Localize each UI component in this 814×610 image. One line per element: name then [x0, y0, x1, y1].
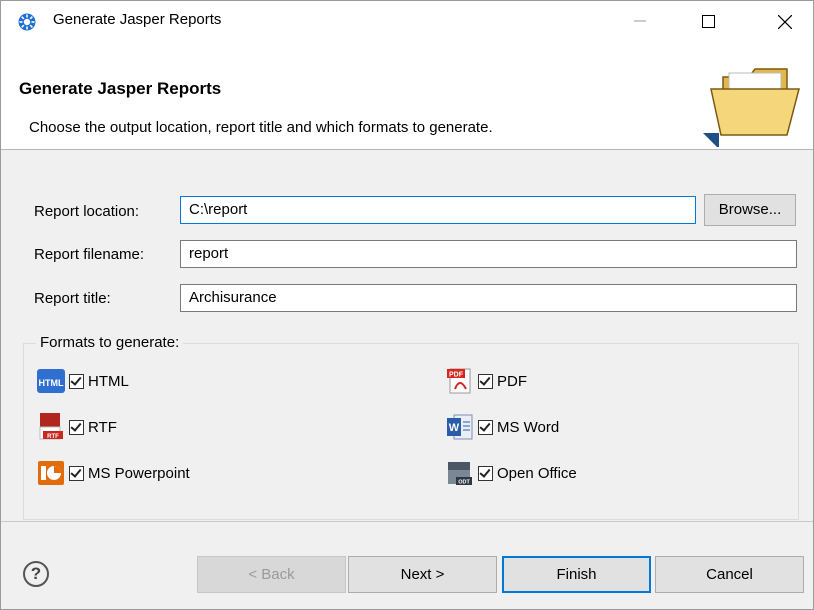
- format-rtf[interactable]: RTF RTF: [37, 412, 117, 442]
- pdf-label: PDF: [497, 372, 527, 390]
- window-title: Generate Jasper Reports: [53, 11, 222, 28]
- maximize-icon: [701, 14, 715, 28]
- format-ms-powerpoint[interactable]: MS Powerpoint: [37, 458, 190, 488]
- finish-button[interactable]: Finish: [502, 556, 651, 593]
- ms-powerpoint-checkbox[interactable]: [69, 465, 84, 481]
- rtf-checkbox[interactable]: [69, 419, 84, 435]
- format-html[interactable]: HTML HTML: [37, 366, 129, 396]
- open-office-icon: ODT: [448, 462, 472, 486]
- title-input[interactable]: Archisurance: [180, 284, 797, 312]
- format-pdf[interactable]: PDF PDF: [446, 366, 527, 396]
- format-ms-word[interactable]: W MS Word: [446, 412, 559, 442]
- ms-powerpoint-label: MS Powerpoint: [88, 464, 190, 482]
- filename-input[interactable]: report: [180, 240, 797, 268]
- open-office-checkbox[interactable]: [478, 465, 493, 481]
- minimize-button[interactable]: [617, 1, 663, 41]
- browse-button[interactable]: Browse...: [704, 194, 796, 226]
- gear-blue-icon: [18, 13, 36, 31]
- next-button[interactable]: Next >: [348, 556, 497, 593]
- svg-text:RTF: RTF: [47, 434, 59, 440]
- svg-text:ODT: ODT: [458, 480, 470, 486]
- formats-group: [23, 343, 799, 520]
- folder-icon: [703, 68, 800, 147]
- ms-word-checkbox[interactable]: [478, 419, 493, 435]
- footer-separator: [1, 521, 813, 522]
- ms-word-label: MS Word: [497, 418, 560, 436]
- pdf-icon: PDF: [447, 368, 471, 394]
- wizard-banner: Generate Jasper Reports Choose the outpu…: [1, 41, 813, 150]
- html-checkbox[interactable]: [69, 373, 84, 389]
- dialog-window: Generate Jasper Reports Generate Jasper …: [0, 0, 814, 610]
- pdf-checkbox[interactable]: [478, 373, 493, 389]
- format-open-office[interactable]: ODT Open Office: [446, 458, 577, 488]
- open-office-label: Open Office: [497, 464, 577, 482]
- ms-powerpoint-icon: [38, 461, 64, 485]
- filename-label: Report filename:: [34, 246, 145, 263]
- formats-legend: Formats to generate:: [36, 334, 184, 351]
- close-button[interactable]: [762, 1, 808, 41]
- help-icon: ?: [30, 564, 42, 583]
- minimize-icon: [634, 20, 646, 22]
- title-bar: Generate Jasper Reports: [1, 1, 813, 41]
- svg-text:PDF: PDF: [449, 372, 464, 379]
- location-label: Report location:: [34, 203, 140, 220]
- location-input[interactable]: C:\report: [180, 196, 696, 224]
- rtf-label: RTF: [88, 418, 117, 436]
- rtf-icon: RTF: [39, 413, 63, 440]
- svg-text:W: W: [449, 422, 460, 434]
- ms-word-icon: W: [447, 414, 473, 440]
- cancel-button[interactable]: Cancel: [655, 556, 804, 593]
- help-button[interactable]: ?: [23, 561, 49, 587]
- html-icon: HTML: [37, 369, 65, 393]
- maximize-button[interactable]: [685, 1, 731, 41]
- html-label: HTML: [88, 372, 129, 390]
- title-label: Report title:: [34, 290, 111, 307]
- page-title: Generate Jasper Reports: [19, 79, 222, 98]
- close-icon: [777, 14, 793, 30]
- svg-text:HTML: HTML: [39, 378, 64, 388]
- page-description: Choose the output location, report title…: [29, 119, 493, 136]
- back-button[interactable]: < Back: [197, 556, 346, 593]
